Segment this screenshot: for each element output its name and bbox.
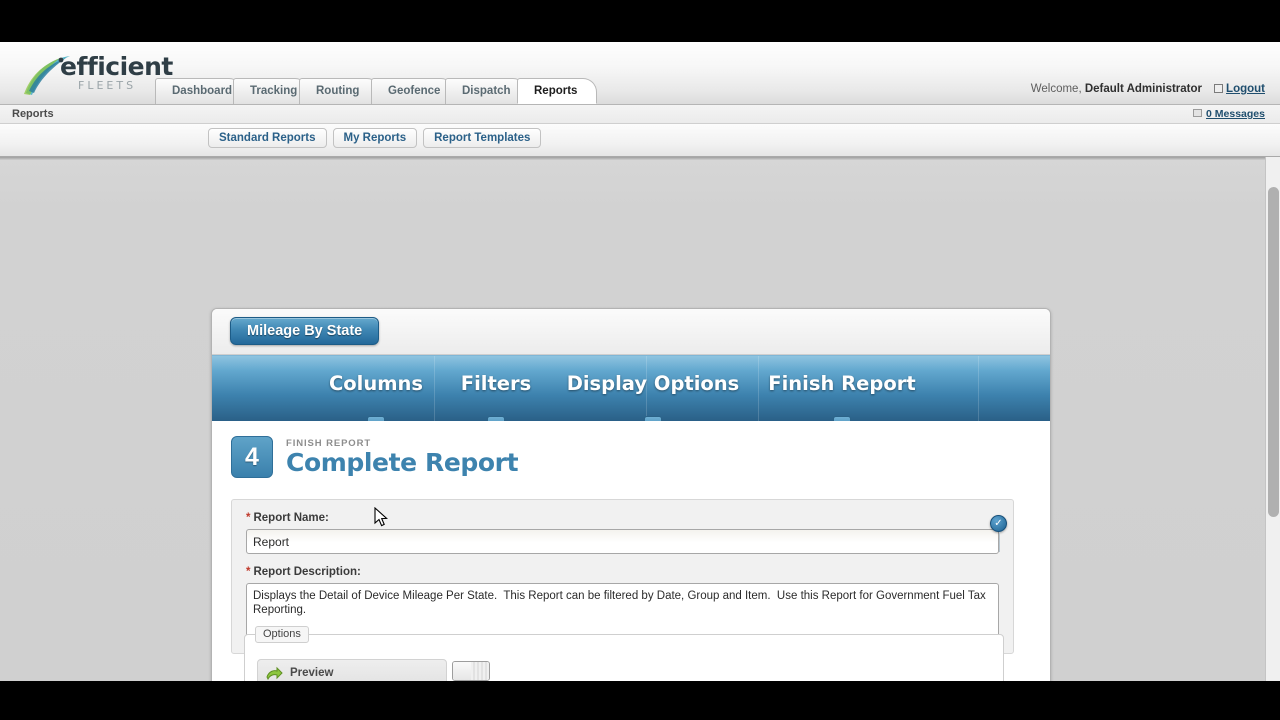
page-scrollbar[interactable]	[1265, 157, 1280, 681]
report-title-tab: Mileage By State	[230, 317, 380, 345]
report-wizard-card: Mileage By State Columns1Filters2Display…	[211, 308, 1051, 681]
nav-tab-geofence[interactable]: Geofence	[371, 78, 455, 104]
subnav-button-report-templates[interactable]: Report Templates	[423, 128, 542, 148]
welcome-prefix: Welcome,	[1030, 83, 1082, 95]
breadcrumb: Reports	[12, 108, 54, 120]
main-navigation: Dashboard Tracking Routing Geofence Dispatch…	[155, 78, 597, 104]
step-heading: 4 FINISH REPORT Complete Report	[231, 436, 519, 478]
report-description-label-text: Report Description:	[253, 566, 361, 578]
nav-tab-label: Routing	[316, 85, 360, 97]
breadcrumb-bar: Reports 0 Messages	[0, 105, 1280, 124]
toggle-left	[453, 662, 472, 680]
report-description-label: * Report Description:	[246, 566, 999, 578]
subnav-button-my-reports[interactable]: My Reports	[332, 128, 418, 148]
nav-tab-label: Geofence	[388, 85, 441, 97]
app-logo[interactable]: efficient FLEETS	[20, 47, 173, 99]
toggle-right	[471, 662, 489, 680]
report-subnav: Standard Reports My Reports Report Templat…	[0, 124, 1280, 157]
nav-tab-tracking[interactable]: Tracking	[233, 78, 309, 104]
report-form: *Report Name: ✓ *Report Description:	[231, 499, 1014, 654]
option-row-preview[interactable]: Preview	[257, 659, 490, 681]
wizard-separator	[978, 356, 979, 422]
nav-tab-label: Reports	[534, 85, 578, 97]
welcome-username: Default Administrator	[1084, 83, 1202, 95]
page-title: Complete Report	[286, 448, 519, 477]
report-name-label: * Report Name:	[246, 512, 999, 524]
messages-link[interactable]: 0 Messages	[1193, 108, 1265, 120]
letterbox-bottom	[0, 681, 1280, 720]
report-description-textarea[interactable]	[246, 583, 999, 639]
nav-tab-reports[interactable]: Reports	[517, 78, 597, 104]
wizard-step-finish-report[interactable]: Finish Report4	[732, 356, 952, 433]
welcome-text: Welcome, Default Administrator	[1031, 83, 1202, 95]
nav-tab-label: Dashboard	[172, 85, 233, 97]
wizard-step-label: Display Options	[566, 372, 740, 395]
wizard-step-bar: Columns1Filters2Display Options3Finish R…	[212, 355, 1050, 433]
check-circle-icon: ✓	[990, 515, 1007, 552]
required-asterisk: *	[246, 566, 251, 578]
logout-label: Logout	[1226, 83, 1265, 95]
browser-viewport: efficient FLEETS Dashboard Tracking Routin…	[0, 42, 1280, 681]
wizard-content: 4 FINISH REPORT Complete Report * Report …	[212, 421, 1050, 681]
nav-tab-label: Tracking	[250, 85, 298, 97]
option-label: Preview	[290, 667, 334, 679]
report-subnav-buttons: Standard Reports My Reports Report Templat…	[208, 128, 547, 148]
option-toggle-preview[interactable]	[452, 661, 490, 681]
logo-wordmark: efficient	[60, 52, 173, 81]
page-body: Mileage By State Columns1Filters2Display…	[0, 157, 1280, 681]
step-number-badge: 4	[231, 436, 273, 478]
nav-tab-label: Dispatch	[462, 85, 511, 97]
logo-subtext: FLEETS	[78, 79, 137, 92]
wizard-step-label: Finish Report	[768, 372, 916, 395]
letterbox-top	[0, 0, 1280, 42]
options-legend: Options	[255, 626, 309, 643]
required-asterisk: *	[246, 512, 251, 524]
logout-link[interactable]: Logout	[1214, 83, 1265, 95]
app-header: efficient FLEETS Dashboard Tracking Routin…	[0, 42, 1280, 105]
page-scrollbar-thumb[interactable]	[1268, 187, 1279, 517]
green-arrow-icon	[266, 666, 283, 681]
nav-tab-dispatch[interactable]: Dispatch	[445, 78, 527, 104]
envelope-icon	[1193, 109, 1203, 117]
card-header: Mileage By State	[212, 309, 1050, 355]
report-name-label-text: Report Name:	[253, 512, 329, 524]
messages-label: 0 Messages	[1206, 108, 1265, 120]
nav-tab-dashboard[interactable]: Dashboard	[155, 78, 243, 104]
options-fieldset: Options PreviewSave and Run	[244, 626, 1004, 681]
nav-tab-routing[interactable]: Routing	[299, 78, 381, 104]
subnav-button-standard-reports[interactable]: Standard Reports	[208, 128, 327, 148]
logout-icon	[1214, 84, 1224, 93]
report-name-input[interactable]	[246, 529, 999, 554]
wizard-step-display-options[interactable]: Display Options3	[543, 356, 763, 433]
